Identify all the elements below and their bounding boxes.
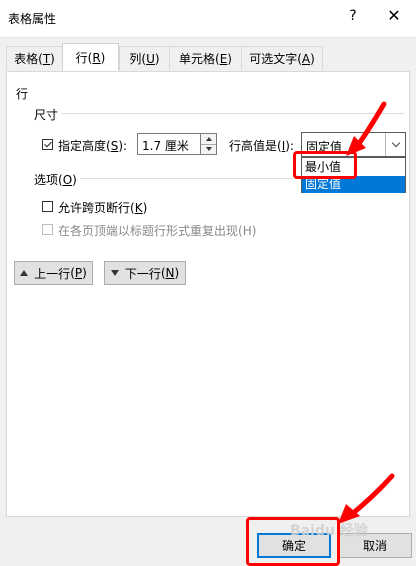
tab-row-key: R bbox=[92, 51, 101, 65]
allow-break-checkbox[interactable] bbox=[42, 201, 53, 212]
repeat-header-text: 在各页顶端以标题行形式重复出现 bbox=[58, 224, 239, 238]
tab-row-label: 行 bbox=[75, 51, 88, 65]
chevron-down-icon bbox=[391, 138, 400, 148]
tab-column-key: U bbox=[146, 52, 155, 66]
up-triangle-icon bbox=[20, 270, 29, 276]
annotation-box-ok bbox=[246, 517, 340, 566]
next-row-key: N bbox=[165, 266, 175, 280]
specify-height-label[interactable]: 指定高度(S): bbox=[58, 137, 127, 154]
tab-alt-text[interactable]: 可选文字(A) bbox=[241, 46, 323, 70]
tab-table-label: 表格 bbox=[14, 52, 39, 66]
help-button[interactable]: ? bbox=[346, 8, 360, 24]
row-heading: 行 bbox=[16, 87, 29, 101]
next-row-button[interactable]: 下一行(N) bbox=[104, 261, 186, 285]
size-group-label: 尺寸 bbox=[34, 108, 59, 122]
options-divider bbox=[80, 178, 294, 179]
specify-height-checkbox[interactable] bbox=[42, 139, 53, 150]
allow-break-label[interactable]: 允许跨页断行(K) bbox=[58, 199, 147, 216]
specify-height-text: 指定高度 bbox=[58, 139, 107, 153]
down-arrow-icon bbox=[205, 147, 212, 151]
options-text: 选项 bbox=[34, 173, 59, 187]
tab-cell-key: E bbox=[219, 52, 228, 66]
allow-break-key: K bbox=[134, 201, 143, 215]
repeat-header-key: H bbox=[242, 224, 252, 238]
tab-column-label: 列 bbox=[129, 52, 142, 66]
tab-table-key: T bbox=[42, 52, 51, 66]
spin-down-button[interactable] bbox=[201, 144, 216, 154]
title-bar: 表格属性 ? ✕ bbox=[0, 0, 416, 38]
repeat-header-checkbox bbox=[42, 224, 53, 235]
specify-height-key: S bbox=[110, 139, 119, 153]
options-group-label: 选项(O) bbox=[34, 173, 77, 187]
tab-cell[interactable]: 单元格(E) bbox=[169, 46, 242, 70]
allow-break-text: 允许跨页断行 bbox=[58, 201, 131, 215]
tab-strip: 表格(T) 行(R) 列(U) 单元格(E) 可选文字(A) bbox=[6, 43, 410, 72]
annotation-arrow-icon bbox=[346, 101, 387, 156]
height-rule-label: 行高值是(I): bbox=[229, 139, 294, 153]
tab-column[interactable]: 列(U) bbox=[119, 46, 170, 70]
options-key: O bbox=[62, 173, 73, 187]
height-input[interactable]: 1.7 厘米 bbox=[137, 133, 201, 155]
tab-alt-text-label: 可选文字 bbox=[249, 52, 298, 66]
repeat-header-label: 在各页顶端以标题行形式重复出现(H) bbox=[58, 224, 257, 238]
tab-cell-label: 单元格 bbox=[179, 52, 216, 66]
next-row-text: 下一行 bbox=[124, 266, 161, 281]
height-rule-text: 行高值是 bbox=[229, 139, 278, 153]
down-triangle-icon bbox=[110, 270, 119, 276]
height-spinner[interactable] bbox=[200, 133, 217, 155]
annotation-arrow-ok-icon bbox=[338, 473, 395, 524]
prev-row-button[interactable]: 上一行(P) bbox=[14, 261, 93, 285]
prev-row-text: 上一行 bbox=[34, 266, 71, 281]
height-value: 1.7 厘米 bbox=[142, 139, 189, 153]
up-arrow-icon bbox=[205, 137, 212, 141]
tab-alt-text-key: A bbox=[301, 52, 311, 66]
close-button[interactable]: ✕ bbox=[384, 6, 404, 25]
tab-row[interactable]: 行(R) bbox=[62, 43, 119, 71]
window-title: 表格属性 bbox=[8, 12, 57, 26]
height-rule-key: I bbox=[281, 139, 286, 153]
prev-row-key: P bbox=[74, 266, 83, 280]
tab-table[interactable]: 表格(T) bbox=[6, 46, 63, 70]
